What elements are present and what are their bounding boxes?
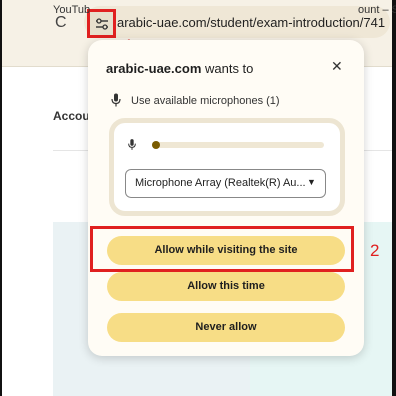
popup-site: arabic-uae.com (106, 61, 202, 76)
microphone-panel (109, 118, 345, 216)
url-text[interactable]: arabic-uae.com/student/exam-introduction… (117, 15, 385, 30)
reload-icon[interactable]: C (55, 14, 67, 32)
popup-title-suffix: wants to (201, 61, 254, 76)
popup-title: arabic-uae.com wants to (106, 61, 253, 76)
never-allow-button[interactable]: Never allow (107, 313, 345, 342)
microphone-level-icon (128, 139, 136, 150)
site-settings-button[interactable] (87, 9, 116, 38)
permission-text: Use available microphones (1) (131, 95, 280, 107)
step-2-highlight (90, 226, 354, 272)
close-icon[interactable]: ✕ (331, 58, 343, 75)
allow-this-time-button[interactable]: Allow this time (107, 272, 345, 301)
step-2-marker: 2 (370, 241, 380, 260)
microphone-level-indicator (152, 141, 160, 149)
microphone-icon (111, 93, 121, 107)
dropdown-arrow-icon[interactable]: ▼ (307, 177, 316, 187)
right-edge (392, 0, 396, 396)
microphone-level-meter (152, 142, 324, 148)
bookmark-youtube[interactable]: YouTub (53, 4, 90, 16)
microphone-device-value[interactable]: Microphone Array (Realtek(R) Au... (135, 177, 306, 189)
bookmark-account[interactable]: ount – S (358, 4, 396, 16)
tune-icon (96, 18, 108, 30)
